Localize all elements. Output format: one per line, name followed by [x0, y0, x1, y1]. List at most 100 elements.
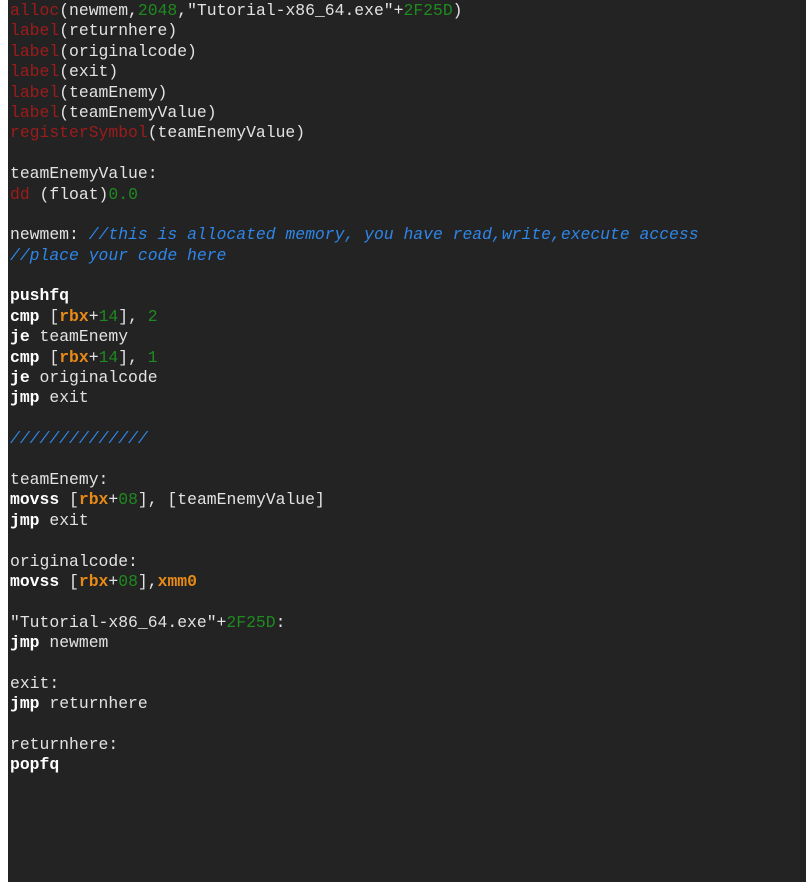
instruction-token: je — [10, 327, 30, 347]
instruction-token: jmp — [10, 633, 40, 653]
text-token: + — [88, 306, 99, 326]
keyword-token: label — [10, 21, 60, 41]
keyword-token: label — [10, 102, 60, 122]
text-token: newmem: — [10, 225, 89, 245]
keyword-token: alloc — [10, 1, 60, 20]
number-token: 08 — [118, 571, 138, 591]
code-line: jmp exit — [10, 388, 699, 408]
code-line: cmp [rbx+14], 2 — [10, 307, 699, 327]
register-token: rbx — [59, 347, 89, 367]
keyword-token: registerSymbol — [10, 123, 148, 143]
register-token: rbx — [78, 571, 109, 591]
text-token: (teamEnemy) — [59, 82, 168, 102]
register-token: rbx — [59, 306, 89, 326]
number-token: 0.0 — [108, 184, 138, 204]
text-token: newmem — [39, 633, 109, 653]
register-token: xmm0 — [157, 571, 197, 591]
code-line: returnhere: — [10, 735, 699, 755]
instruction-token: pushfq — [10, 286, 70, 306]
code-line: "Tutorial-x86_64.exe"+2F25D: — [10, 613, 699, 633]
text-token: (exit) — [59, 62, 119, 82]
text-token: + — [88, 347, 99, 367]
number-token: 2048 — [137, 1, 178, 20]
code-line: popfq — [10, 755, 699, 775]
code-line: exit: — [10, 674, 699, 694]
instruction-token: popfq — [10, 755, 60, 775]
code-line: label(exit) — [10, 62, 699, 82]
code-line: originalcode: — [10, 552, 699, 572]
text-token: teamEnemy: — [10, 469, 109, 489]
keyword-token: dd — [10, 184, 30, 204]
text-token: originalcode: — [10, 551, 138, 571]
register-token: rbx — [78, 490, 109, 510]
text-token: exit: — [10, 673, 60, 693]
text-token: (returnhere) — [59, 21, 178, 41]
code-line: jmp returnhere — [10, 694, 699, 714]
text-token: ,"Tutorial-x86_64.exe"+ — [177, 1, 404, 20]
comment-token: ////////////// — [10, 429, 148, 449]
text-token: [ — [59, 571, 79, 591]
code-line: je originalcode — [10, 368, 699, 388]
code-line: label(returnhere) — [10, 21, 699, 41]
text-token: [ — [59, 490, 79, 510]
instruction-token: je — [10, 368, 30, 388]
instruction-token: movss — [10, 490, 60, 510]
code-line: jmp exit — [10, 511, 699, 531]
text-token: + — [108, 490, 119, 510]
code-line: movss [rbx+08],xmm0 — [10, 572, 699, 592]
number-token: 08 — [118, 490, 138, 510]
code-line: cmp [rbx+14], 1 — [10, 348, 699, 368]
text-token: ], — [118, 306, 148, 326]
number-token: 2 — [147, 306, 158, 326]
text-token: : — [275, 612, 286, 632]
code-line: //place your code here — [10, 246, 699, 266]
text-token: exit — [39, 510, 89, 530]
keyword-token: label — [10, 41, 60, 61]
code-editor[interactable]: alloc(newmem,2048,"Tutorial-x86_64.exe"+… — [8, 0, 806, 882]
instruction-token: cmp — [10, 306, 40, 326]
text-token: ], [teamEnemyValue] — [137, 490, 325, 510]
text-token: returnhere — [39, 694, 148, 714]
code-line: teamEnemy: — [10, 470, 699, 490]
code-line: newmem: //this is allocated memory, you … — [10, 225, 699, 245]
instruction-token: cmp — [10, 347, 40, 367]
text-token: (originalcode) — [59, 41, 197, 61]
code-line: label(originalcode) — [10, 42, 699, 62]
code-line: label(teamEnemy) — [10, 83, 699, 103]
number-token: 1 — [147, 347, 158, 367]
text-token: teamEnemyValue: — [10, 164, 158, 184]
code-line: alloc(newmem,2048,"Tutorial-x86_64.exe"+… — [10, 1, 699, 21]
text-token: (teamEnemyValue) — [147, 123, 306, 143]
text-token: ], — [118, 347, 148, 367]
text-token: (teamEnemyValue) — [59, 102, 217, 122]
instruction-token: movss — [10, 571, 60, 591]
comment-token: //this is allocated memory, you have rea… — [88, 225, 699, 245]
comment-token: //place your code here — [10, 245, 227, 265]
number-token: 14 — [98, 347, 119, 367]
code-line: label(teamEnemyValue) — [10, 103, 699, 123]
text-token: exit — [39, 388, 89, 408]
code-line: dd (float)0.0 — [10, 185, 699, 205]
code-line: pushfq — [10, 286, 699, 306]
text-token: originalcode — [29, 368, 158, 388]
text-token: returnhere: — [10, 735, 119, 755]
number-token: 14 — [98, 306, 119, 326]
code-line: registerSymbol(teamEnemyValue) — [10, 123, 699, 143]
text-token: teamEnemy — [29, 327, 129, 347]
instruction-token: jmp — [10, 388, 40, 408]
code-line: jmp newmem — [10, 633, 699, 653]
text-token: + — [108, 571, 119, 591]
code-text-area[interactable]: alloc(newmem,2048,"Tutorial-x86_64.exe"+… — [10, 1, 699, 776]
instruction-token: jmp — [10, 510, 40, 530]
text-token: [ — [39, 306, 60, 326]
number-token: 2F25D — [226, 612, 276, 632]
keyword-token: label — [10, 62, 60, 82]
